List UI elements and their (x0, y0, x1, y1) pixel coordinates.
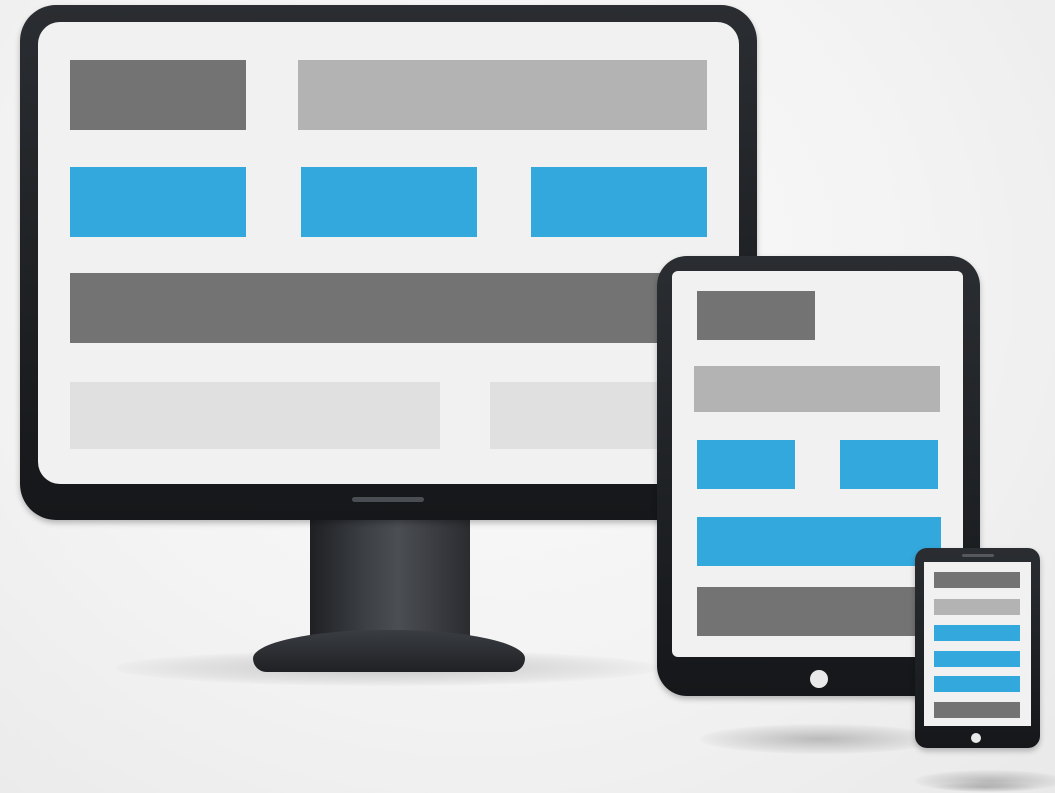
tablet-home-button (810, 670, 828, 688)
phone-speaker (962, 554, 994, 557)
phone-feature-block-1 (934, 625, 1020, 641)
tablet-header-bar (694, 366, 940, 412)
monitor-screen (38, 22, 739, 484)
phone-logo-block (934, 572, 1020, 588)
monitor-logo-block (70, 60, 246, 130)
tablet-content-bar (697, 587, 941, 636)
tablet-feature-block-2 (840, 440, 938, 489)
ground-shadow (930, 782, 1040, 792)
phone-feature-block-3 (934, 676, 1020, 692)
monitor-feature-block-2 (301, 167, 477, 237)
phone-feature-block-2 (934, 651, 1020, 667)
phone-screen (924, 562, 1031, 726)
monitor-stand-base (253, 630, 525, 672)
responsive-design-illustration (0, 0, 1055, 793)
phone-home-button (971, 733, 981, 743)
phone-content-bar (934, 702, 1020, 718)
monitor-chin-indicator (352, 497, 424, 502)
monitor-stand-neck (310, 519, 470, 637)
tablet-floor-shadow (700, 724, 940, 754)
monitor-content-bar (70, 273, 707, 343)
tablet-feature-wide (697, 517, 941, 566)
monitor-header-bar (298, 60, 707, 130)
monitor-feature-block-1 (70, 167, 246, 237)
monitor-feature-block-3 (531, 167, 707, 237)
tablet-feature-block-1 (697, 440, 795, 489)
tablet-logo-block (697, 291, 815, 340)
phone-header-bar (934, 599, 1020, 615)
monitor-panel-left (70, 382, 440, 449)
